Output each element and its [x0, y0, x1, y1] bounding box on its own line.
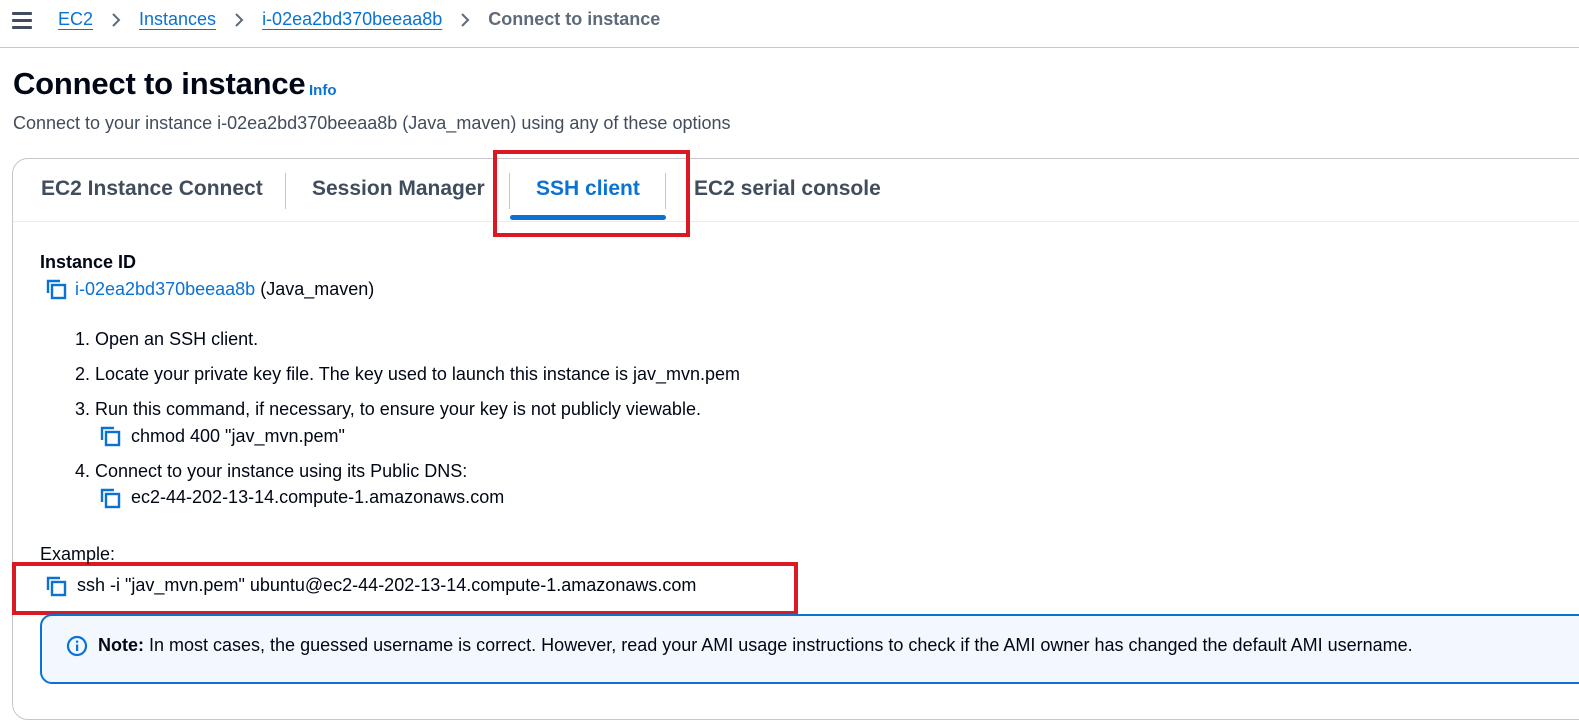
step-3: 3. Run this command, if necessary, to en…: [75, 399, 701, 419]
example-label: Example:: [40, 544, 116, 564]
breadcrumb-current: Connect to instance: [488, 9, 661, 29]
copy-icon[interactable]: [45, 278, 67, 300]
top-navigation-bar: EC2 Instances i-02ea2bd370beeaa8b Connec…: [0, 0, 1579, 48]
tab-ec2-serial-console[interactable]: EC2 serial console: [694, 177, 881, 201]
chevron-right-icon: [460, 12, 470, 28]
instance-id-link[interactable]: i-02ea2bd370beeaa8b: [75, 279, 255, 299]
instance-id-label: Instance ID: [40, 252, 137, 272]
chevron-right-icon: [234, 12, 244, 28]
breadcrumb-ec2[interactable]: EC2: [58, 9, 93, 30]
breadcrumb-instances[interactable]: Instances: [139, 9, 216, 30]
info-icon: [66, 635, 88, 657]
step-2: 2. Locate your private key file. The key…: [75, 364, 741, 384]
copy-icon[interactable]: [99, 425, 121, 447]
note-text: Note: In most cases, the guessed usernam…: [98, 635, 1413, 656]
breadcrumb: EC2 Instances i-02ea2bd370beeaa8b Connec…: [58, 9, 660, 30]
highlight-box-ssh-tab: [493, 150, 690, 237]
menu-icon[interactable]: [12, 12, 32, 30]
step-1: 1. Open an SSH client.: [75, 329, 259, 349]
copy-icon[interactable]: [45, 575, 67, 597]
chmod-command: chmod 400 "jav_mvn.pem": [131, 426, 345, 446]
chevron-right-icon: [111, 12, 121, 28]
instance-id-row: i-02ea2bd370beeaa8b (Java_maven): [75, 279, 374, 300]
breadcrumb-instance-id[interactable]: i-02ea2bd370beeaa8b: [262, 9, 442, 30]
example-command: ssh -i "jav_mvn.pem" ubuntu@ec2-44-202-1…: [77, 575, 697, 595]
info-link[interactable]: Info: [309, 82, 337, 99]
public-dns: ec2-44-202-13-14.compute-1.amazonaws.com: [131, 487, 505, 507]
note-body: In most cases, the guessed username is c…: [144, 635, 1413, 655]
tab-divider: [285, 173, 286, 209]
tab-ec2-instance-connect[interactable]: EC2 Instance Connect: [41, 177, 263, 201]
page-subtitle: Connect to your instance i-02ea2bd370bee…: [13, 113, 731, 133]
note-prefix: Note:: [98, 635, 144, 655]
tab-list: EC2 Instance Connect Session Manager SSH…: [13, 159, 1579, 222]
tab-session-manager[interactable]: Session Manager: [312, 177, 485, 201]
copy-icon[interactable]: [99, 487, 121, 509]
instance-name: (Java_maven): [260, 279, 375, 299]
note-alert: Note: In most cases, the guessed usernam…: [40, 614, 1579, 684]
page-title: Connect to instance: [13, 66, 306, 101]
step-4: 4. Connect to your instance using its Pu…: [75, 461, 468, 481]
